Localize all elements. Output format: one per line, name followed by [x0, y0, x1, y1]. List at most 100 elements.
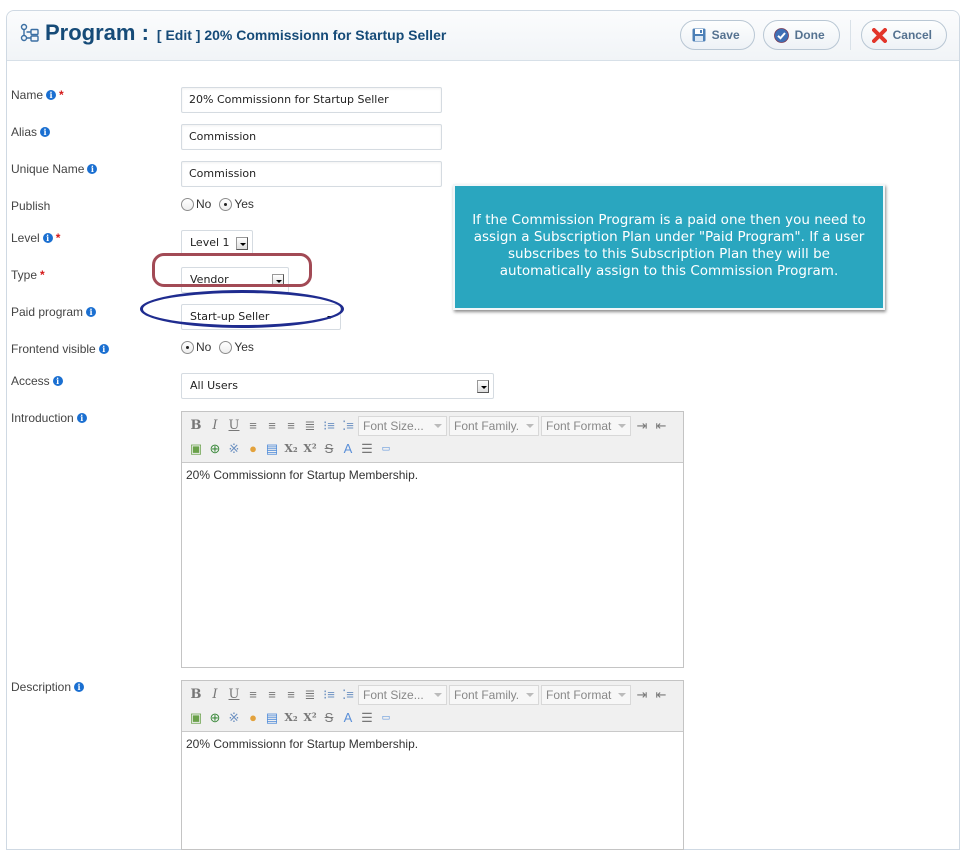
html-source-icon[interactable]: ▭	[377, 709, 395, 727]
save-label: Save	[711, 28, 740, 42]
level-label-text: Level	[11, 231, 40, 245]
done-button[interactable]: Done	[762, 20, 840, 50]
title-main: Program :	[45, 20, 149, 45]
edit-document-icon[interactable]: ▤	[263, 440, 281, 458]
bold-button[interactable]: B	[187, 417, 205, 435]
insert-link-icon[interactable]: ⊕	[206, 709, 224, 727]
unlink-icon[interactable]: ※	[225, 440, 243, 458]
superscript-button[interactable]: X²	[301, 440, 319, 458]
unique-name-input[interactable]: Commission	[181, 161, 442, 187]
unique-name-label: Unique Name i	[11, 162, 98, 176]
html-source-icon[interactable]: ▭	[377, 440, 395, 458]
align-center-icon[interactable]: ≡	[263, 417, 281, 435]
info-icon[interactable]: i	[52, 376, 63, 386]
introduction-content[interactable]: 20% Commissionn for Startup Membership.	[182, 463, 683, 487]
align-right-icon[interactable]: ≡	[282, 417, 300, 435]
unlink-icon[interactable]: ※	[225, 709, 243, 727]
publish-yes-radio[interactable]: Yes	[219, 197, 254, 211]
unordered-list-icon[interactable]: ⁚≡	[339, 417, 357, 435]
introduction-editor: B I U ≡ ≡ ≡ ≣ ⁝≡ ⁚≡ Font Size... Font Fa…	[181, 411, 684, 668]
font-size-dropdown[interactable]: Font Size...	[358, 415, 447, 436]
red-x-icon	[872, 27, 888, 43]
publish-label: Publish	[11, 199, 51, 213]
remove-format-icon[interactable]: A	[339, 440, 357, 458]
align-center-icon[interactable]: ≡	[263, 686, 281, 704]
unordered-list-icon[interactable]: ⁚≡	[339, 686, 357, 704]
description-label-text: Description	[11, 680, 72, 694]
remove-format-icon[interactable]: A	[339, 709, 357, 727]
info-icon[interactable]: i	[86, 307, 97, 317]
frontend-visible-radio-group: No Yes	[181, 340, 262, 354]
indent-icon[interactable]: ⇥	[633, 686, 651, 704]
horizontal-rule-icon[interactable]: ☰	[358, 709, 376, 727]
font-format-dropdown[interactable]: Font Format	[541, 684, 631, 705]
align-left-icon[interactable]: ≡	[244, 417, 262, 435]
required-marker: *	[59, 88, 64, 102]
info-icon[interactable]: i	[40, 127, 51, 137]
font-format-dropdown[interactable]: Font Format	[541, 415, 631, 436]
image-edit-icon[interactable]: ▣	[187, 709, 205, 727]
subscript-button[interactable]: X₂	[282, 440, 300, 458]
italic-button[interactable]: I	[206, 417, 224, 435]
superscript-button[interactable]: X²	[301, 709, 319, 727]
info-icon[interactable]: i	[46, 90, 57, 100]
font-size-dropdown[interactable]: Font Size...	[358, 684, 447, 705]
font-family-dropdown[interactable]: Font Family.	[449, 684, 539, 705]
paid-program-label: Paid program i	[11, 305, 97, 319]
insert-link-icon[interactable]: ⊕	[206, 440, 224, 458]
access-select[interactable]: All Users	[181, 373, 494, 399]
radio-label: Yes	[234, 197, 254, 211]
underline-button[interactable]: U	[225, 686, 243, 704]
name-label-text: Name	[11, 88, 44, 102]
info-icon[interactable]: i	[74, 682, 85, 692]
editor-toolbar: B I U ≡ ≡ ≡ ≣ ⁝≡ ⁚≡ Font Size... Font Fa…	[182, 681, 683, 732]
indent-icon[interactable]: ⇥	[633, 417, 651, 435]
alias-label: Alias i	[11, 125, 51, 139]
editor-toolbar: B I U ≡ ≡ ≡ ≣ ⁝≡ ⁚≡ Font Size... Font Fa…	[182, 412, 683, 463]
align-justify-icon[interactable]: ≣	[301, 686, 319, 704]
horizontal-rule-icon[interactable]: ☰	[358, 440, 376, 458]
underline-button[interactable]: U	[225, 417, 243, 435]
description-editor: B I U ≡ ≡ ≡ ≣ ⁝≡ ⁚≡ Font Size... Font Fa…	[181, 680, 684, 850]
required-marker: *	[55, 231, 61, 245]
align-left-icon[interactable]: ≡	[244, 686, 262, 704]
chevron-down-icon	[434, 692, 442, 697]
italic-button[interactable]: I	[206, 686, 224, 704]
outdent-icon[interactable]: ⇤	[652, 417, 670, 435]
alias-input[interactable]: Commission	[181, 124, 442, 150]
type-highlight-annotation	[152, 253, 312, 287]
color-palette-icon[interactable]: ●	[244, 709, 262, 727]
dropdown-label: Font Format	[546, 418, 612, 433]
cancel-button[interactable]: Cancel	[860, 20, 947, 50]
info-icon[interactable]: i	[42, 233, 53, 243]
color-palette-icon[interactable]: ●	[244, 440, 262, 458]
dropdown-arrow-icon	[236, 237, 248, 250]
paid-program-label-text: Paid program	[11, 305, 84, 319]
font-family-dropdown[interactable]: Font Family.	[449, 415, 539, 436]
ordered-list-icon[interactable]: ⁝≡	[320, 417, 338, 435]
strikethrough-button[interactable]: S	[320, 440, 338, 458]
info-icon[interactable]: i	[76, 413, 87, 423]
save-button[interactable]: Save	[679, 20, 755, 50]
frontend-visible-label: Frontend visible i	[11, 342, 109, 356]
edit-document-icon[interactable]: ▤	[263, 709, 281, 727]
align-justify-icon[interactable]: ≣	[301, 417, 319, 435]
publish-radio-group: No Yes	[181, 197, 262, 211]
image-edit-icon[interactable]: ▣	[187, 440, 205, 458]
publish-no-radio[interactable]: No	[181, 197, 211, 211]
frontend-visible-yes-radio[interactable]: Yes	[219, 340, 254, 354]
required-marker: *	[40, 268, 45, 282]
name-input[interactable]: 20% Commissionn for Startup Seller	[181, 87, 442, 113]
radio-label: Yes	[234, 340, 254, 354]
frontend-visible-no-radio[interactable]: No	[181, 340, 211, 354]
ordered-list-icon[interactable]: ⁝≡	[320, 686, 338, 704]
description-content[interactable]: 20% Commissionn for Startup Membership.	[182, 732, 683, 756]
subscript-button[interactable]: X₂	[282, 709, 300, 727]
outdent-icon[interactable]: ⇤	[652, 686, 670, 704]
panel-header: Program : [ Edit ] 20% Commissionn for S…	[7, 11, 959, 61]
info-icon[interactable]: i	[98, 344, 109, 354]
strikethrough-button[interactable]: S	[320, 709, 338, 727]
info-icon[interactable]: i	[87, 164, 98, 174]
align-right-icon[interactable]: ≡	[282, 686, 300, 704]
bold-button[interactable]: B	[187, 686, 205, 704]
